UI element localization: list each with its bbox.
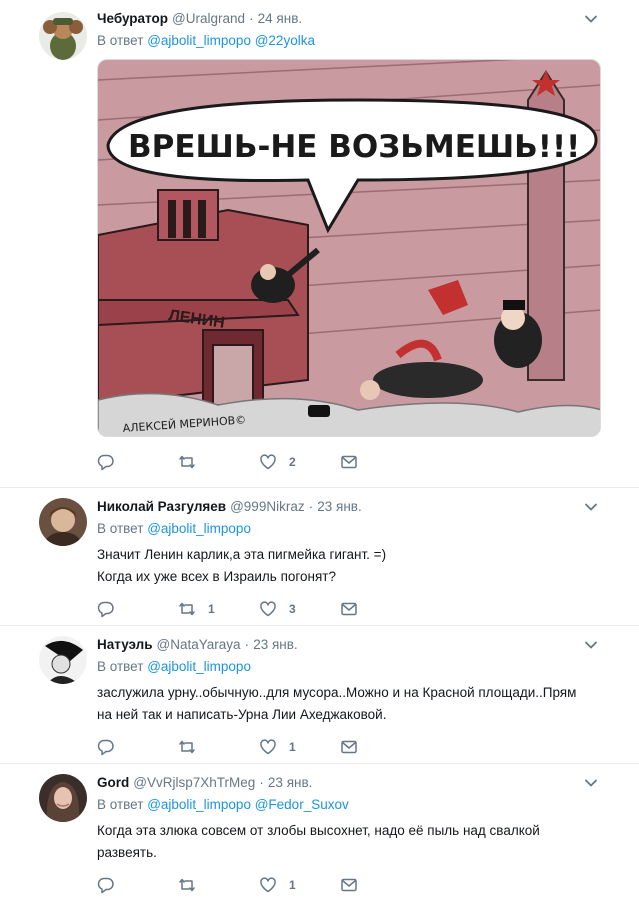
retweet-icon [179, 878, 195, 892]
reply-mention[interactable]: @ajbolit_limpopo [147, 33, 251, 48]
tweet-text: Значит Ленин карлик,а эта пигмейка гиган… [97, 544, 623, 588]
reply-button[interactable] [97, 599, 178, 619]
tweet-text-line: Значит Ленин карлик,а эта пигмейка гиган… [97, 547, 387, 562]
author-name[interactable]: Чебуратор [97, 11, 168, 26]
separator-dot: · [244, 636, 250, 652]
like-button[interactable]: 1 [259, 875, 340, 895]
timestamp[interactable]: 23 янв. [317, 499, 361, 514]
avatar[interactable] [39, 12, 87, 60]
reply-button[interactable] [97, 875, 178, 895]
retweet-button[interactable] [178, 452, 259, 472]
author-name[interactable]: Николай Разгуляев [97, 499, 226, 514]
author-handle[interactable]: @VvRjlsp7XhTrMeg [133, 775, 255, 790]
like-button[interactable]: 3 [259, 599, 340, 619]
reply-mention[interactable]: @ajbolit_limpopo [147, 797, 251, 812]
retweet-button[interactable] [178, 875, 259, 895]
chevron-down-icon[interactable] [583, 11, 599, 27]
tweet-text: заслужила урну..обычную..для мусора..Мож… [97, 682, 623, 726]
reply-icon [97, 454, 114, 471]
reply-mention[interactable]: @ajbolit_limpopo [147, 659, 251, 674]
separator-dot: · [248, 10, 254, 26]
dm-button[interactable] [340, 737, 380, 757]
tweet-actions: 1 [97, 732, 623, 762]
tweet-actions: 2 [97, 447, 623, 477]
like-count: 1 [289, 740, 296, 754]
timestamp[interactable]: 23 янв. [253, 637, 297, 652]
tweet-text: Когда эта злюка совсем от злобы высохнет… [97, 820, 623, 864]
reply-context: В ответ @ajbolit_limpopo @22yolka [97, 33, 623, 51]
author-handle[interactable]: @999Nikraz [230, 499, 304, 514]
retweet-icon [179, 602, 195, 616]
speech-bubble-text: ВРЕШЬ-НЕ ВОЗЬМЕШЬ!!! [128, 129, 580, 165]
author-name[interactable]: Gord [97, 775, 129, 790]
like-button[interactable]: 2 [259, 452, 340, 472]
like-button[interactable]: 1 [259, 737, 340, 757]
reply-prefix: В ответ [97, 797, 144, 812]
tweet[interactable]: Николай Разгуляев @999Nikraz · 23 янв. В… [0, 488, 639, 626]
tweet-image[interactable]: ЛЕНИН ВРЕШЬ-НЕ ВОЗЬМЕШЬ!!! АЛЕКСЕЙ МЕРИН… [97, 59, 601, 437]
separator-dot: · [259, 774, 264, 790]
reply-icon [97, 739, 114, 756]
retweet-icon [179, 455, 195, 469]
dm-icon [341, 740, 357, 754]
reply-button[interactable] [97, 737, 178, 757]
avatar[interactable] [39, 636, 87, 684]
reply-icon [97, 601, 114, 618]
dm-button[interactable] [340, 452, 380, 472]
like-count: 1 [289, 878, 296, 892]
retweet-count: 1 [208, 602, 215, 616]
chevron-down-icon[interactable] [583, 499, 599, 515]
like-count: 2 [289, 455, 296, 469]
dm-icon [341, 878, 357, 892]
reply-prefix: В ответ [97, 33, 144, 48]
tweet-text-line: развеять. [97, 845, 157, 860]
tweet-text-line: Когда эта злюка совсем от злобы высохнет… [97, 823, 540, 838]
author-name[interactable]: Натуэль [97, 637, 153, 652]
retweet-icon [179, 740, 195, 754]
reply-prefix: В ответ [97, 521, 144, 536]
tweet[interactable]: Натуэль @NataYaraya · 23 янв. В ответ @a… [0, 626, 639, 764]
reply-mention[interactable]: @22yolka [255, 33, 315, 48]
dm-icon [341, 602, 357, 616]
reply-context: В ответ @ajbolit_limpopo [97, 659, 623, 677]
like-icon [260, 877, 276, 893]
retweet-button[interactable]: 1 [178, 599, 259, 619]
tweet[interactable]: Gord @VvRjlsp7XhTrMeg · 23 янв. В ответ … [0, 764, 639, 905]
reply-context: В ответ @ajbolit_limpopo [97, 521, 623, 539]
author-handle[interactable]: @Uralgrand [172, 11, 245, 26]
dm-icon [341, 455, 357, 469]
reply-button[interactable] [97, 452, 178, 472]
tweet[interactable]: Чебуратор @Uralgrand · 24 янв. В ответ @… [0, 0, 639, 488]
author-handle[interactable]: @NataYaraya [157, 637, 241, 652]
separator-dot: · [308, 498, 314, 514]
retweet-button[interactable] [178, 737, 259, 757]
tweet-actions: 1 3 [97, 594, 623, 624]
like-count: 3 [289, 602, 296, 616]
reply-icon [97, 877, 114, 894]
avatar[interactable] [39, 498, 87, 546]
tweet-text-line: на ней так и написать-Урна Лии Ахеджаков… [97, 707, 387, 722]
reply-mention[interactable]: @Fedor_Suxov [255, 797, 349, 812]
avatar[interactable] [39, 774, 87, 822]
dm-button[interactable] [340, 875, 380, 895]
chevron-down-icon[interactable] [583, 637, 599, 653]
like-icon [260, 739, 276, 755]
tweet-actions: 1 [97, 870, 623, 900]
like-icon [260, 601, 276, 617]
reply-context: В ответ @ajbolit_limpopo @Fedor_Suxov [97, 797, 623, 815]
timestamp[interactable]: 23 янв. [268, 775, 312, 790]
dm-button[interactable] [340, 599, 380, 619]
chevron-down-icon[interactable] [583, 775, 599, 791]
reply-prefix: В ответ [97, 659, 144, 674]
reply-mention[interactable]: @ajbolit_limpopo [147, 521, 251, 536]
like-icon [260, 454, 276, 470]
tweet-text-line: заслужила урну..обычную..для мусора..Мож… [97, 685, 577, 700]
timestamp[interactable]: 24 янв. [258, 11, 302, 26]
tweet-text-line: Когда их уже всех в Израиль погонят? [97, 569, 336, 584]
